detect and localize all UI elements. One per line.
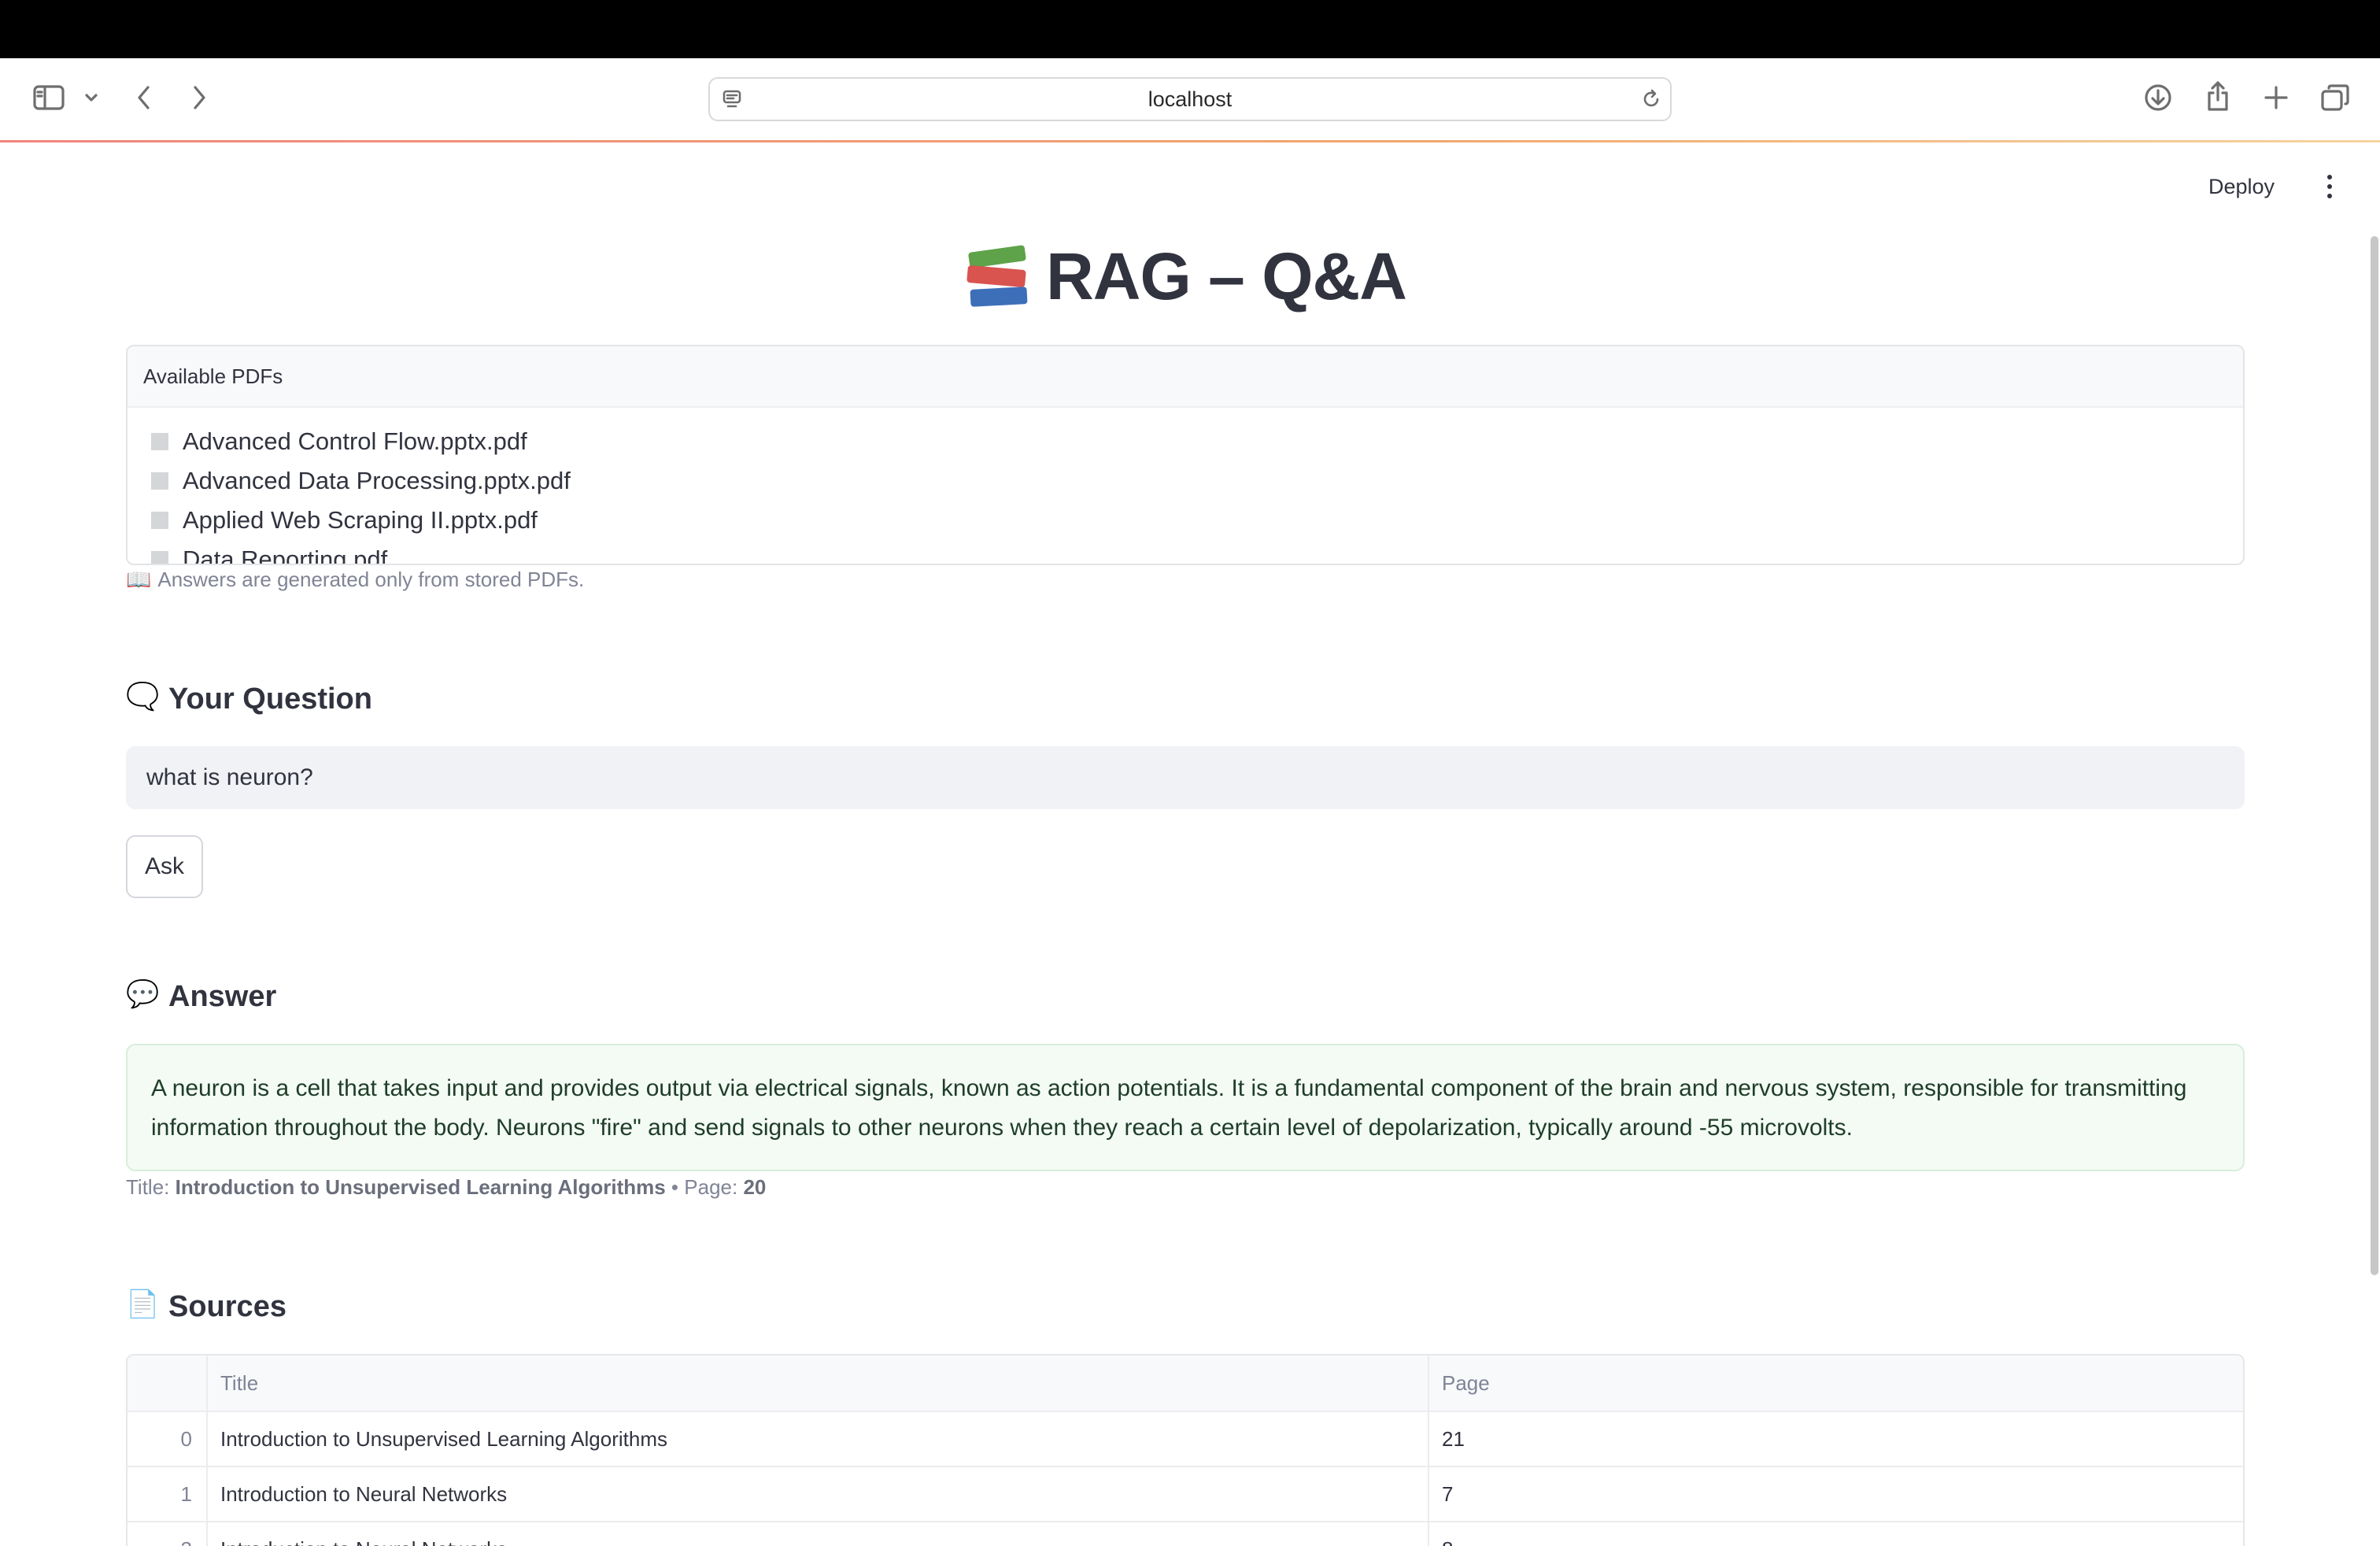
new-tab-icon[interactable]	[2260, 82, 2292, 113]
pdf-name: Data Reporting.pdf	[183, 546, 388, 565]
column-header-title[interactable]: Title	[208, 1356, 1429, 1411]
ask-button[interactable]: Ask	[126, 835, 203, 898]
sources-heading-text: Sources	[168, 1289, 286, 1323]
pdf-list-panel[interactable]: Available PDFs Advanced Control Flow.ppt…	[126, 345, 2245, 565]
pdf-caption-text: Answers are generated only from stored P…	[157, 568, 585, 591]
column-header-page[interactable]: Page	[1429, 1356, 2243, 1411]
row-title[interactable]: Introduction to Unsupervised Learning Al…	[208, 1412, 1429, 1466]
row-title[interactable]: Introduction to Neural Networks	[208, 1522, 1429, 1546]
back-icon[interactable]	[132, 83, 156, 112]
answer-heading-text: Answer	[168, 979, 277, 1013]
pdf-caption: 📖 Answers are generated only from stored…	[126, 568, 584, 592]
reload-icon[interactable]	[1639, 87, 1664, 112]
download-icon[interactable]	[2142, 82, 2174, 113]
row-index: 0	[128, 1412, 208, 1466]
question-heading: 🗨️ Your Question	[126, 681, 372, 717]
row-page[interactable]: 8	[1429, 1522, 2243, 1546]
main-content: RAG – Q&A Available PDFs Advanced Contro…	[126, 142, 2245, 1546]
page-title-text: RAG – Q&A	[1046, 239, 1407, 313]
bullet-square-icon	[151, 433, 168, 450]
list-item: Applied Web Scraping II.pptx.pdf	[151, 501, 2243, 540]
question-heading-text: Your Question	[168, 682, 372, 716]
list-item: Advanced Control Flow.pptx.pdf	[151, 422, 2243, 461]
bullet-square-icon	[151, 472, 168, 490]
meta-title: Introduction to Unsupervised Learning Al…	[175, 1175, 666, 1199]
meta-title-label: Title:	[126, 1175, 170, 1199]
answer-meta: Title: Introduction to Unsupervised Lear…	[126, 1175, 766, 1200]
pdf-name: Applied Web Scraping II.pptx.pdf	[183, 506, 538, 534]
row-page[interactable]: 21	[1429, 1412, 2243, 1466]
speech-bubble-icon: 🗨️	[126, 682, 160, 712]
address-bar[interactable]: localhost	[708, 77, 1672, 121]
page-title: RAG – Q&A	[126, 239, 2245, 315]
pdf-list: Advanced Control Flow.pptx.pdf Advanced …	[128, 408, 2243, 565]
table-row[interactable]: 0 Introduction to Unsupervised Learning …	[128, 1412, 2243, 1467]
page-icon: 📄	[126, 1289, 160, 1319]
tabs-overview-icon[interactable]	[2319, 82, 2352, 113]
column-header-index[interactable]	[128, 1356, 208, 1411]
question-input[interactable]: what is neuron?	[126, 746, 2245, 809]
bullet-square-icon	[151, 512, 168, 529]
table-row[interactable]: 1 Introduction to Neural Networks 7	[128, 1467, 2243, 1522]
table-row[interactable]: 2 Introduction to Neural Networks 8	[128, 1522, 2243, 1546]
pdf-name: Advanced Data Processing.pptx.pdf	[183, 467, 571, 494]
speech-bubble-icon: 💬	[126, 979, 160, 1009]
pdf-list-header: Available PDFs	[128, 346, 2243, 408]
meta-page-label: Page:	[684, 1175, 738, 1199]
share-icon[interactable]	[2202, 79, 2234, 113]
list-item: Advanced Data Processing.pptx.pdf	[151, 461, 2243, 501]
bullet-square-icon	[151, 551, 168, 564]
list-item: Data Reporting.pdf	[151, 540, 2243, 565]
scrollbar[interactable]	[2371, 236, 2378, 1275]
row-page[interactable]: 7	[1429, 1467, 2243, 1521]
row-index: 1	[128, 1467, 208, 1521]
sources-table[interactable]: Title Page 0 Introduction to Unsupervise…	[126, 1354, 2245, 1546]
chevron-down-icon[interactable]	[82, 88, 101, 107]
url-text[interactable]: localhost	[710, 79, 1670, 120]
sources-heading: 📄 Sources	[126, 1289, 286, 1325]
row-index: 2	[128, 1522, 208, 1546]
forward-icon[interactable]	[187, 83, 211, 112]
meta-separator: •	[671, 1175, 679, 1199]
pdf-name: Advanced Control Flow.pptx.pdf	[183, 427, 527, 455]
table-header-row: Title Page	[128, 1356, 2243, 1412]
answer-box: A neuron is a cell that takes input and …	[126, 1044, 2245, 1171]
meta-page: 20	[743, 1175, 767, 1199]
answer-heading: 💬 Answer	[126, 978, 276, 1015]
row-title[interactable]: Introduction to Neural Networks	[208, 1467, 1429, 1521]
sidebar-icon[interactable]	[30, 82, 68, 113]
books-icon	[964, 244, 1030, 310]
screen-top-bar	[0, 0, 2380, 58]
more-vertical-icon[interactable]	[2322, 172, 2338, 202]
open-book-icon: 📖	[126, 568, 152, 591]
